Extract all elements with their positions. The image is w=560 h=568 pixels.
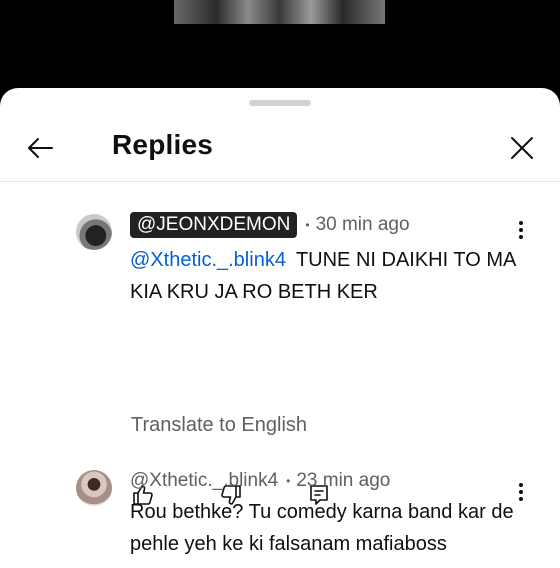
comment-meta: @Xthetic._.blink4 • 23 min ago — [130, 466, 390, 496]
comment-meta: @JEONXDEMON • 30 min ago — [130, 210, 410, 240]
comment-time: 30 min ago — [315, 214, 410, 235]
arrow-left-icon — [28, 138, 53, 158]
header-divider — [0, 181, 560, 182]
video-thumbnail — [174, 0, 385, 24]
author-name[interactable]: @Xthetic._.blink4 — [130, 470, 278, 492]
page-title: Replies — [112, 129, 213, 160]
translate-link[interactable]: Translate to English — [131, 414, 307, 437]
back-button[interactable] — [20, 128, 60, 168]
replies-sheet: Replies @JEONXDEMON • 30 min ago @Xtheti… — [0, 88, 560, 568]
comment-body: Rou bethke? Tu comedy karna band kar de … — [130, 501, 514, 555]
close-icon — [511, 137, 533, 159]
drag-handle[interactable] — [249, 100, 311, 106]
meta-separator: • — [286, 474, 291, 488]
meta-separator: • — [305, 218, 310, 232]
comment-text: Rou bethke? Tu comedy karna band kar de … — [130, 496, 530, 560]
comment-time: 23 min ago — [296, 470, 391, 491]
author-name[interactable]: @JEONXDEMON — [130, 212, 298, 238]
avatar[interactable] — [76, 214, 112, 250]
more-vert-icon — [519, 221, 523, 239]
avatar[interactable] — [76, 470, 112, 506]
mention-link[interactable]: @Xthetic._.blink4 — [130, 249, 286, 271]
close-button[interactable] — [502, 128, 542, 168]
comment-text: @Xthetic._.blink4 TUNE NI DAIKHI TO MA KI… — [130, 244, 530, 308]
sheet-header: Replies — [0, 124, 560, 182]
